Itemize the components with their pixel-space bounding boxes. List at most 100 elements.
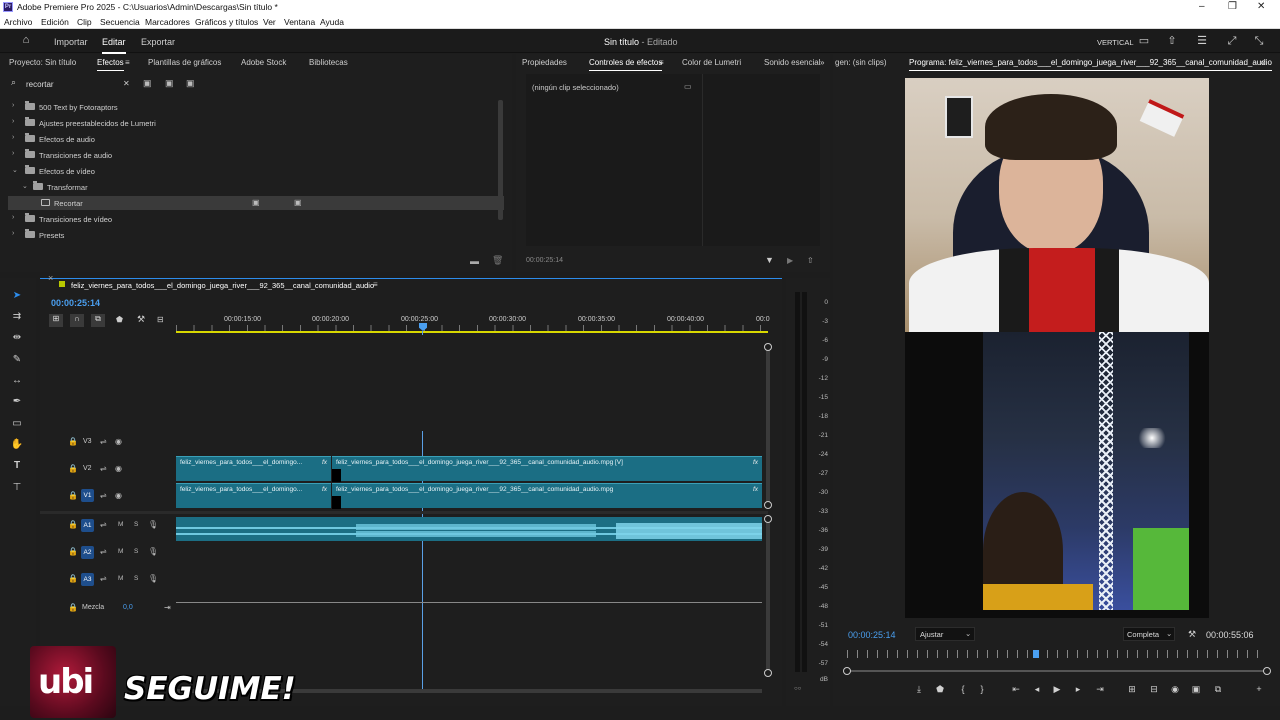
hand-icon[interactable]: ✋ (9, 437, 25, 453)
timeline-settings-icon[interactable]: ⚒ (137, 314, 145, 325)
show-timeline-icon[interactable]: ▭ (684, 82, 692, 91)
eye-icon[interactable]: ◉ (115, 491, 122, 500)
zoom-handle-left[interactable] (843, 667, 851, 675)
search-input[interactable]: recortar (26, 80, 54, 89)
step-back-icon[interactable]: ◂ (1031, 683, 1043, 695)
mute-button[interactable]: M (118, 575, 123, 582)
clear-search-icon[interactable]: ✕ (123, 79, 130, 88)
delete-icon[interactable]: 🗑 (492, 255, 503, 266)
menu-secuencia[interactable]: Secuencia (100, 17, 140, 27)
expand-icon[interactable]: › (12, 118, 14, 125)
sync-icon[interactable]: ⇌ (100, 547, 107, 556)
lock-icon[interactable]: 🔒 (68, 437, 78, 446)
lift-icon[interactable]: ⊞ (1126, 683, 1138, 695)
ripple-edit-icon[interactable]: ⇹ (9, 330, 25, 346)
track-label-v1[interactable]: V1 (81, 489, 94, 502)
collapse-icon[interactable]: ⌄ (12, 166, 18, 174)
track-label-a1[interactable]: A1 (81, 519, 94, 532)
track-label-a2[interactable]: A2 (81, 546, 94, 559)
lock-icon[interactable]: 🔒 (68, 520, 78, 529)
export-frame-icon[interactable]: ⇧ (807, 256, 814, 265)
maximize-icon[interactable]: ❐ (1228, 1, 1237, 12)
tab-menu-icon[interactable]: ≡ (125, 58, 130, 67)
scroll-handle[interactable] (764, 515, 772, 523)
track-label-v2[interactable]: V2 (83, 465, 92, 472)
audio-scrollbar[interactable] (766, 523, 770, 673)
mark-in-icon[interactable]: { (957, 683, 969, 695)
captions-icon[interactable]: ⊟ (157, 315, 164, 324)
program-video-frame[interactable] (905, 78, 1209, 618)
type-icon[interactable]: T (9, 458, 25, 474)
layout-icon[interactable]: ▭ (1138, 35, 1150, 47)
nav-editar[interactable]: Editar (102, 37, 126, 54)
tree-item-recortar[interactable]: Recortar ▣ ▣ (8, 196, 504, 210)
caption-icon[interactable]: ⊤ (9, 480, 25, 496)
export-frame-icon[interactable]: ◉ (1169, 683, 1181, 695)
collapse-icon[interactable]: ⌄ (22, 182, 28, 190)
add-marker-icon[interactable]: ⬟ (934, 683, 946, 695)
tab-program[interactable]: Programa: feliz_viernes_para_todos___el_… (909, 58, 1272, 71)
monitor-ruler[interactable] (847, 650, 1267, 658)
go-to-out-icon[interactable]: ⇥ (1094, 683, 1106, 695)
tab-bibliotecas[interactable]: Bibliotecas (309, 58, 348, 67)
razor-icon[interactable]: ✎ (9, 352, 25, 368)
fit-dropdown[interactable]: Ajustar ⌄ (915, 627, 975, 641)
selection-tool-icon[interactable]: ➤ (9, 288, 25, 304)
tree-item-audio-effects[interactable]: › Efectos de audio (8, 132, 504, 146)
lock-icon[interactable]: 🔒 (68, 491, 78, 500)
filter-icon[interactable]: ▼ (765, 255, 774, 265)
step-forward-icon[interactable]: ▸ (1072, 683, 1084, 695)
compare-view-icon[interactable]: ▣ (1190, 683, 1202, 695)
nav-exportar[interactable]: Exportar (141, 37, 175, 47)
mute-button[interactable]: M (118, 521, 123, 528)
menu-edicion[interactable]: Edición (41, 17, 69, 27)
close-icon[interactable]: ✕ (1257, 1, 1265, 12)
expand-icon[interactable]: › (12, 134, 14, 141)
fx-badge[interactable]: fx (322, 459, 327, 466)
zoom-icon[interactable]: ⤢ (1226, 35, 1238, 47)
clip-v1-short[interactable]: feliz_viernes_para_todos___el_domingo...… (176, 483, 331, 508)
tree-item-lumetri[interactable]: › Ajustes preestablecidos de Lumetri (8, 116, 504, 130)
minimize-icon[interactable]: – (1199, 1, 1205, 12)
pen-icon[interactable]: ✒ (9, 394, 25, 410)
eye-icon[interactable]: ◉ (115, 464, 122, 473)
expand-icon[interactable]: › (12, 150, 14, 157)
quality-dropdown[interactable]: Completa ⌄ (1123, 627, 1175, 641)
tab-proyecto[interactable]: Proyecto: Sin título (9, 58, 76, 67)
sync-icon[interactable]: ⇌ (100, 520, 107, 529)
add-button-icon[interactable]: + (1253, 683, 1265, 695)
tab-menu-icon[interactable]: ≡ (659, 58, 664, 67)
program-current-timecode[interactable]: 00:00:25:14 (848, 630, 896, 640)
monitor-playhead[interactable] (1033, 650, 1039, 658)
sequence-menu-icon[interactable]: ≡ (373, 280, 378, 289)
expand-icon[interactable]: › (12, 102, 14, 109)
rectangle-icon[interactable]: ▭ (9, 416, 25, 432)
tab-plantillas[interactable]: Plantillas de gráficos (148, 58, 221, 67)
tree-item-500text[interactable]: › 500 Text by Fotoraptors (8, 100, 504, 114)
clip-v2-long[interactable]: feliz_viernes_para_todos___el_domingo_ju… (332, 456, 762, 481)
video-scrollbar[interactable] (766, 345, 770, 503)
mix-end-icon[interactable]: ⇥ (164, 603, 171, 612)
menu-ayuda[interactable]: Ayuda (320, 17, 344, 27)
clip-v2-short[interactable]: feliz_viernes_para_todos___el_domingo...… (176, 456, 331, 481)
tree-item-video-effects[interactable]: ⌄ Efectos de vídeo (8, 164, 504, 178)
menu-clip[interactable]: Clip (77, 17, 92, 27)
tab-sonido-esencial[interactable]: Sonido esencial (764, 58, 820, 67)
insert-icon[interactable]: ⤓ (913, 683, 925, 695)
tree-item-video-transitions[interactable]: › Transiciones de vídeo (8, 212, 504, 226)
nest-icon[interactable]: ⊞ (49, 314, 63, 327)
menu-ventana[interactable]: Ventana (284, 17, 315, 27)
menu-graficos[interactable]: Gráficos y títulos (195, 17, 258, 27)
home-icon[interactable]: ⌂ (20, 34, 32, 46)
clip-v1-long[interactable]: feliz_viernes_para_todos___el_domingo_ju… (332, 483, 762, 508)
fx-badge[interactable]: fx (322, 486, 327, 493)
lock-icon[interactable]: 🔒 (68, 547, 78, 556)
scroll-handle[interactable] (764, 343, 772, 351)
transition-marker[interactable] (332, 496, 341, 509)
expand-icon[interactable]: › (12, 230, 14, 237)
scroll-handle[interactable] (764, 501, 772, 509)
orientation-label[interactable]: VERTICAL (1097, 38, 1134, 47)
mix-line[interactable] (176, 602, 762, 603)
linked-selection-icon[interactable]: ⧉ (91, 314, 105, 327)
tab-source[interactable]: gen: (sin clips) (835, 58, 887, 67)
